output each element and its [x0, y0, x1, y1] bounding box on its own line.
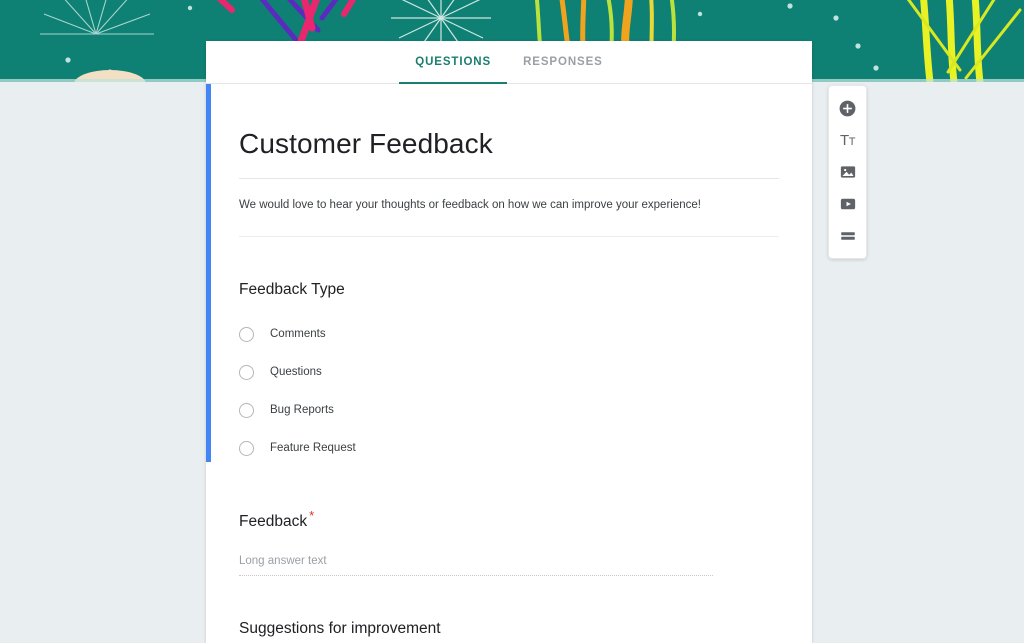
add-image-button[interactable] [828, 156, 867, 188]
tab-questions-label: QUESTIONS [415, 56, 492, 68]
question-block-feedback-type[interactable]: Feedback Type Comments Questions Bug Rep… [239, 237, 779, 467]
long-answer-placeholder-feedback: Long answer text [239, 555, 327, 568]
question-title-feedback-type[interactable]: Feedback Type [239, 279, 779, 301]
section-icon [840, 232, 855, 240]
radio-icon-feature-request[interactable] [239, 440, 254, 456]
tab-questions[interactable]: QUESTIONS [399, 41, 507, 84]
add-video-button[interactable] [828, 188, 867, 220]
option-row-bug-reports[interactable]: Bug Reports [239, 391, 779, 429]
video-icon [840, 198, 855, 210]
option-label-feature-request: Feature Request [270, 442, 356, 454]
long-answer-field-feedback[interactable]: Long answer text [239, 553, 713, 577]
radio-icon-bug-reports[interactable] [239, 402, 254, 418]
form-tab-bar: QUESTIONS RESPONSES [206, 41, 812, 84]
question-block-feedback[interactable]: Feedback * Long answer text [239, 467, 779, 577]
radio-icon-questions[interactable] [239, 364, 254, 380]
add-item-toolbar: TT [828, 85, 867, 259]
add-question-button[interactable] [828, 92, 867, 124]
option-row-feature-request[interactable]: Feature Request [239, 429, 779, 467]
radio-icon-comments[interactable] [239, 326, 254, 342]
question-title-suggestions[interactable]: Suggestions for improvement [239, 618, 779, 640]
required-asterisk-feedback: * [309, 508, 315, 523]
option-label-comments: Comments [270, 328, 326, 340]
form-card: QUESTIONS RESPONSES Customer Feedback We… [206, 41, 812, 643]
add-section-button[interactable] [828, 220, 867, 252]
tab-responses[interactable]: RESPONSES [507, 41, 619, 84]
title-text-icon: TT [840, 131, 855, 149]
add-circle-icon [839, 100, 856, 116]
image-icon [840, 166, 855, 178]
question-block-suggestions[interactable]: Suggestions for improvement Long answer … [239, 576, 779, 643]
form-body: Customer Feedback We would love to hear … [206, 84, 812, 643]
option-label-bug-reports: Bug Reports [270, 404, 334, 416]
google-forms-editor: QUESTIONS RESPONSES Customer Feedback We… [0, 0, 1024, 643]
add-title-description-button[interactable]: TT [828, 124, 867, 156]
form-description[interactable]: We would love to hear your thoughts or f… [239, 179, 779, 220]
question-title-feedback[interactable]: Feedback * [239, 509, 779, 533]
option-row-questions[interactable]: Questions [239, 353, 779, 391]
option-label-questions: Questions [270, 366, 322, 378]
question-title-feedback-text: Feedback [239, 513, 308, 531]
option-list-feedback-type: Comments Questions Bug Reports Feature R… [239, 315, 779, 467]
option-row-comments[interactable]: Comments [239, 315, 779, 353]
form-title[interactable]: Customer Feedback [239, 84, 779, 162]
tab-responses-label: RESPONSES [523, 56, 603, 68]
form-header-block[interactable]: Customer Feedback We would love to hear … [239, 84, 779, 237]
